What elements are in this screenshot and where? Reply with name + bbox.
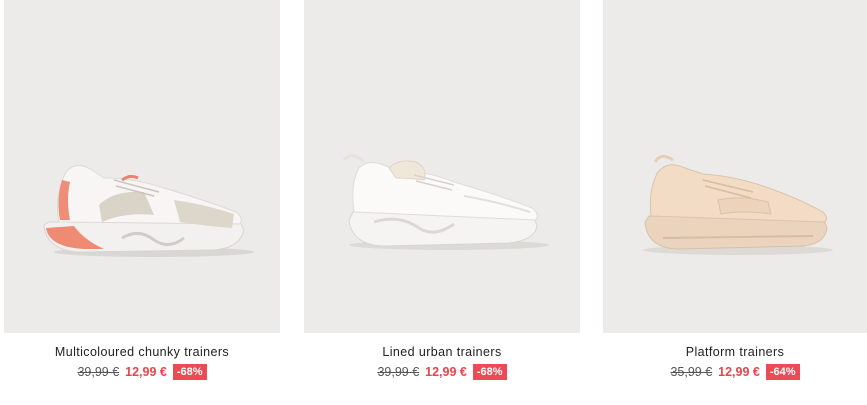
price-row: 39,99 € 12,99 € -68% <box>304 364 580 380</box>
product-name[interactable]: Lined urban trainers <box>304 345 580 359</box>
product-image[interactable] <box>603 0 867 333</box>
product-name[interactable]: Multicoloured chunky trainers <box>4 345 280 359</box>
discount-badge: -68% <box>472 364 507 380</box>
multicoloured-chunky-trainer-icon <box>43 165 254 257</box>
platform-trainer-icon <box>643 155 833 255</box>
original-price: 35,99 € <box>670 365 713 379</box>
price-row: 39,99 € 12,99 € -68% <box>4 364 280 380</box>
original-price: 39,99 € <box>77 365 120 379</box>
product-name[interactable]: Platform trainers <box>603 345 867 359</box>
product-card[interactable]: Lined urban trainers 39,99 € 12,99 € -68… <box>304 0 580 405</box>
sale-price: 12,99 € <box>718 365 760 379</box>
product-image[interactable] <box>304 0 580 333</box>
original-price: 39,99 € <box>377 365 420 379</box>
product-image[interactable] <box>4 0 280 333</box>
lined-urban-trainer-icon <box>342 154 549 250</box>
product-card[interactable]: Platform trainers 35,99 € 12,99 € -64% <box>603 0 867 405</box>
product-grid: Multicoloured chunky trainers 39,99 € 12… <box>0 0 867 405</box>
product-card[interactable]: Multicoloured chunky trainers 39,99 € 12… <box>4 0 280 405</box>
price-row: 35,99 € 12,99 € -64% <box>603 364 867 380</box>
discount-badge: -64% <box>765 364 800 380</box>
discount-badge: -68% <box>172 364 207 380</box>
sale-price: 12,99 € <box>125 365 167 379</box>
sale-price: 12,99 € <box>425 365 467 379</box>
